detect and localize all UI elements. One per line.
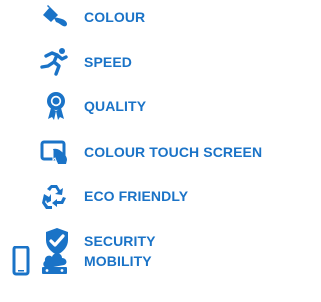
feature-label: ECO FRIENDLY xyxy=(84,188,189,204)
feature-label: SPEED xyxy=(84,54,132,70)
feature-label: MOBILITY xyxy=(84,253,152,269)
feature-speed: SPEED xyxy=(0,47,321,77)
feature-colour: COLOUR xyxy=(0,2,321,32)
feature-colour-touch-screen: COLOUR TOUCH SCREEN xyxy=(0,137,321,167)
feature-eco-friendly: ECO FRIENDLY xyxy=(0,181,321,211)
feature-label: COLOUR xyxy=(84,9,146,25)
feature-label: QUALITY xyxy=(84,98,147,114)
touch-screen-icon xyxy=(40,137,70,167)
feature-label: COLOUR TOUCH SCREEN xyxy=(84,144,263,160)
recycle-icon xyxy=(39,181,69,211)
feature-quality: QUALITY xyxy=(0,91,321,121)
phone-cloud-icon xyxy=(40,246,70,276)
paint-bucket-icon xyxy=(40,2,70,32)
running-person-icon xyxy=(38,47,68,77)
award-ribbon-icon xyxy=(41,91,71,121)
feature-list: COLOUR SPEED QUALITY COLOUR TOUCH SCREEN… xyxy=(0,0,321,302)
feature-mobility: MOBILITY xyxy=(0,246,321,276)
mobile-phone-icon xyxy=(8,246,34,276)
